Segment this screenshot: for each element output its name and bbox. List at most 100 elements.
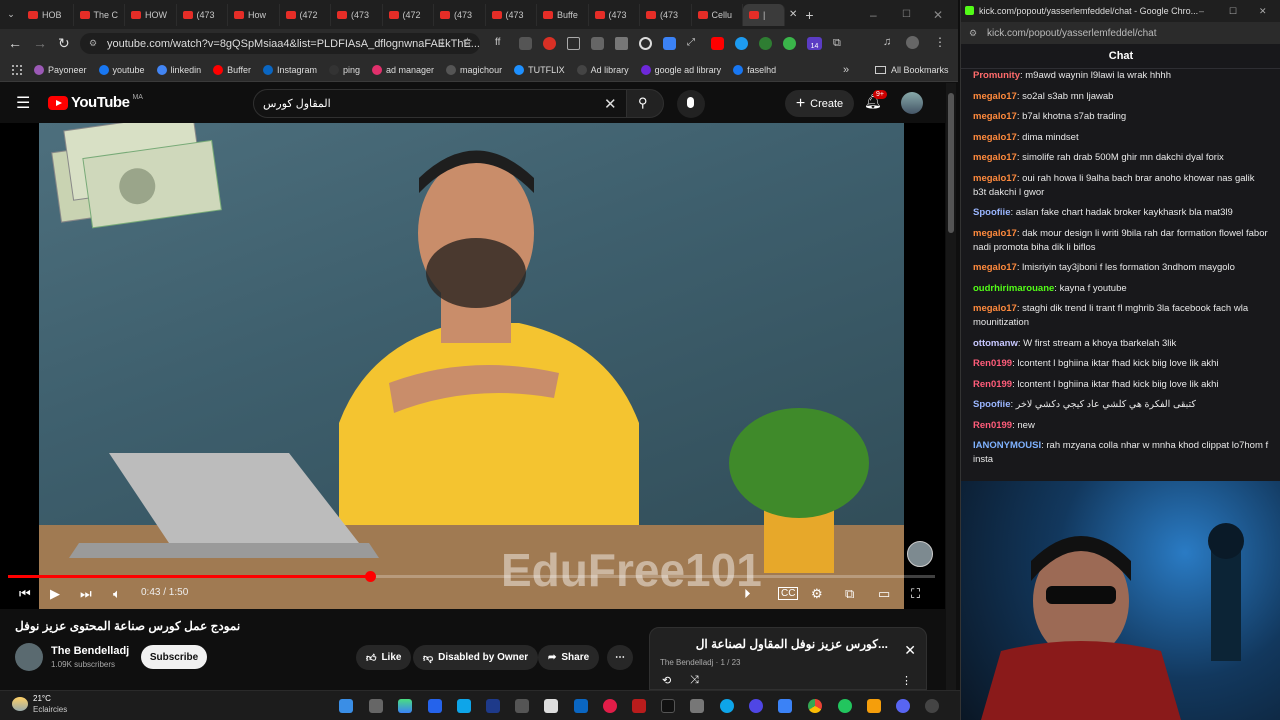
page-scrollbar[interactable] [946, 83, 956, 690]
chat-message-list[interactable]: Promunity: m9awd waynin l9lawi la wrak h… [961, 69, 1280, 481]
start-icon[interactable] [339, 699, 353, 713]
profile-icon[interactable] [906, 36, 919, 49]
clear-search-icon[interactable]: ✕ [604, 95, 617, 113]
address-bar[interactable]: ⚙ youtube.com/watch?v=8gQSpMsiaa4&list=P… [80, 33, 480, 54]
volume-icon[interactable]: 🔈︎ [113, 586, 121, 602]
youtube-extension-icon[interactable] [711, 37, 724, 50]
apps-grid-icon[interactable] [12, 64, 22, 75]
chat-username[interactable]: oudrhirimarouane [973, 283, 1054, 294]
autoplay-toggle-icon[interactable]: ⏵ [744, 586, 751, 602]
all-bookmarks-link[interactable]: All Bookmarks [891, 65, 949, 75]
browser-tab[interactable]: How [228, 3, 280, 26]
settings-gear-icon[interactable]: ⚙ [811, 586, 823, 602]
progress-bar[interactable] [8, 571, 935, 582]
menu-icon[interactable]: ⋮ [934, 35, 946, 49]
chat-username[interactable]: megalo17 [973, 111, 1017, 122]
copilot-icon[interactable] [398, 699, 412, 713]
theater-mode-icon[interactable]: ▭ [878, 586, 890, 602]
install-icon[interactable]: ⤓ [440, 37, 444, 48]
browser-tab[interactable]: Cellu [692, 3, 743, 26]
popout-minimize-button[interactable]: – [1199, 6, 1204, 16]
app-blue-icon[interactable] [457, 699, 471, 713]
share-button[interactable]: ➦ Share [538, 645, 600, 670]
account-avatar[interactable] [901, 92, 923, 114]
voice-search-button[interactable] [677, 90, 705, 118]
app-gray-icon[interactable] [690, 699, 704, 713]
chat-username[interactable]: megalo17 [973, 262, 1017, 273]
camera-extension-icon[interactable] [591, 37, 604, 50]
mail-icon[interactable] [544, 699, 558, 713]
dislike-button[interactable]: 👎︎ Disabled by Owner [413, 645, 539, 670]
browser-tab[interactable]: HOW [125, 3, 177, 26]
chat-username[interactable]: megalo17 [973, 173, 1017, 184]
previous-icon[interactable]: ⏮ [19, 586, 31, 602]
bookmark-item[interactable]: Ad library [576, 64, 629, 75]
create-button[interactable]: + Create [785, 90, 854, 117]
popout-address-bar[interactable]: ⚙ kick.com/popout/yasserlemfeddel/chat [961, 22, 1280, 44]
tab-search-button[interactable]: ⌄ [0, 9, 22, 20]
popout-maximize-button[interactable]: ☐ [1229, 6, 1237, 17]
arrow-extension-icon[interactable]: ⤢ [687, 37, 700, 50]
maximize-button[interactable]: ☐ [902, 9, 911, 20]
chat-username[interactable]: Ren0199 [973, 379, 1012, 390]
tag-extension-icon[interactable] [663, 37, 676, 50]
close-tab-icon[interactable]: ✕ [789, 9, 797, 20]
chat-username[interactable]: Ren0199 [973, 358, 1012, 369]
badge-extension-icon[interactable]: 14 [807, 37, 822, 50]
chat-username[interactable]: megalo17 [973, 152, 1017, 163]
chat-username[interactable]: Promunity [973, 70, 1020, 81]
app-news-icon[interactable] [632, 699, 646, 713]
shuffle-icon[interactable]: ⤨ [690, 674, 699, 687]
chat-username[interactable]: IANONYMOUSI [973, 440, 1041, 451]
search-taskbar-icon[interactable] [369, 699, 383, 713]
bookmark-item[interactable]: linkedin [156, 64, 201, 75]
browser-tab[interactable]: | [743, 3, 785, 26]
forward-icon[interactable]: → [33, 35, 47, 51]
puzzle-extension-icon[interactable]: ⧉ [833, 37, 846, 50]
like-button[interactable]: 👍︎ Like [356, 645, 412, 670]
telegram-icon[interactable] [720, 699, 734, 713]
link-extension-icon[interactable] [639, 37, 652, 50]
site-info-icon[interactable]: ⚙ [89, 38, 97, 49]
browser-tab[interactable]: Buffe [537, 3, 589, 26]
search-input[interactable]: المقاول كورس ✕ [253, 89, 628, 118]
bookmark-item[interactable]: Payoneer [34, 64, 87, 75]
channel-watermark-avatar[interactable] [907, 541, 933, 567]
browser-tab[interactable]: (473 [640, 3, 692, 26]
bookmark-item[interactable]: google ad library [640, 64, 721, 75]
blue-extension-icon[interactable] [735, 37, 748, 50]
shield-extension-icon[interactable] [519, 37, 532, 50]
youtube-logo[interactable]: YouTube MA [48, 94, 143, 111]
bookmark-item[interactable]: ad manager [372, 64, 434, 75]
swirl-extension-icon[interactable] [783, 37, 796, 50]
bookmark-item[interactable]: Instagram [262, 64, 317, 75]
scrollbar-thumb[interactable] [948, 93, 954, 233]
chat-username[interactable]: Spoofiie [973, 207, 1010, 218]
playlist-menu-icon[interactable]: ⋮ [901, 674, 912, 687]
new-tab-button[interactable]: + [805, 7, 813, 23]
chat-username[interactable]: Spoofiie [973, 399, 1010, 410]
bookmark-item[interactable]: ping [328, 64, 360, 75]
bookmark-item[interactable]: magichour [446, 64, 502, 75]
close-window-button[interactable]: ✕ [933, 8, 943, 22]
photos-icon[interactable] [778, 699, 792, 713]
leaf-extension-icon[interactable] [759, 37, 772, 50]
popout-close-button[interactable]: ✕ [1259, 6, 1267, 17]
app-circle-icon[interactable] [749, 699, 763, 713]
browser-tab[interactable]: (473 [434, 3, 486, 26]
fullscreen-icon[interactable]: ⛶ [911, 586, 920, 602]
weather-icon[interactable] [12, 697, 28, 711]
media-control-icon[interactable]: ♫ [883, 36, 891, 48]
grid-extension-icon[interactable] [567, 37, 580, 50]
bookmark-item[interactable]: youtube [98, 64, 145, 75]
subscribe-button[interactable]: Subscribe [141, 645, 207, 669]
browser-tab[interactable]: (473 [331, 3, 383, 26]
chat-username[interactable]: ottomanw [973, 338, 1018, 349]
opera-icon[interactable] [603, 699, 617, 713]
browser-tab[interactable]: (472 [383, 3, 434, 26]
hamburger-menu-icon[interactable]: ☰ [16, 93, 30, 113]
app-last-icon[interactable] [925, 699, 939, 713]
browser-tab[interactable]: (473 [589, 3, 640, 26]
browser-tab[interactable]: (473 [486, 3, 537, 26]
play-icon[interactable]: ▶ [50, 586, 60, 602]
